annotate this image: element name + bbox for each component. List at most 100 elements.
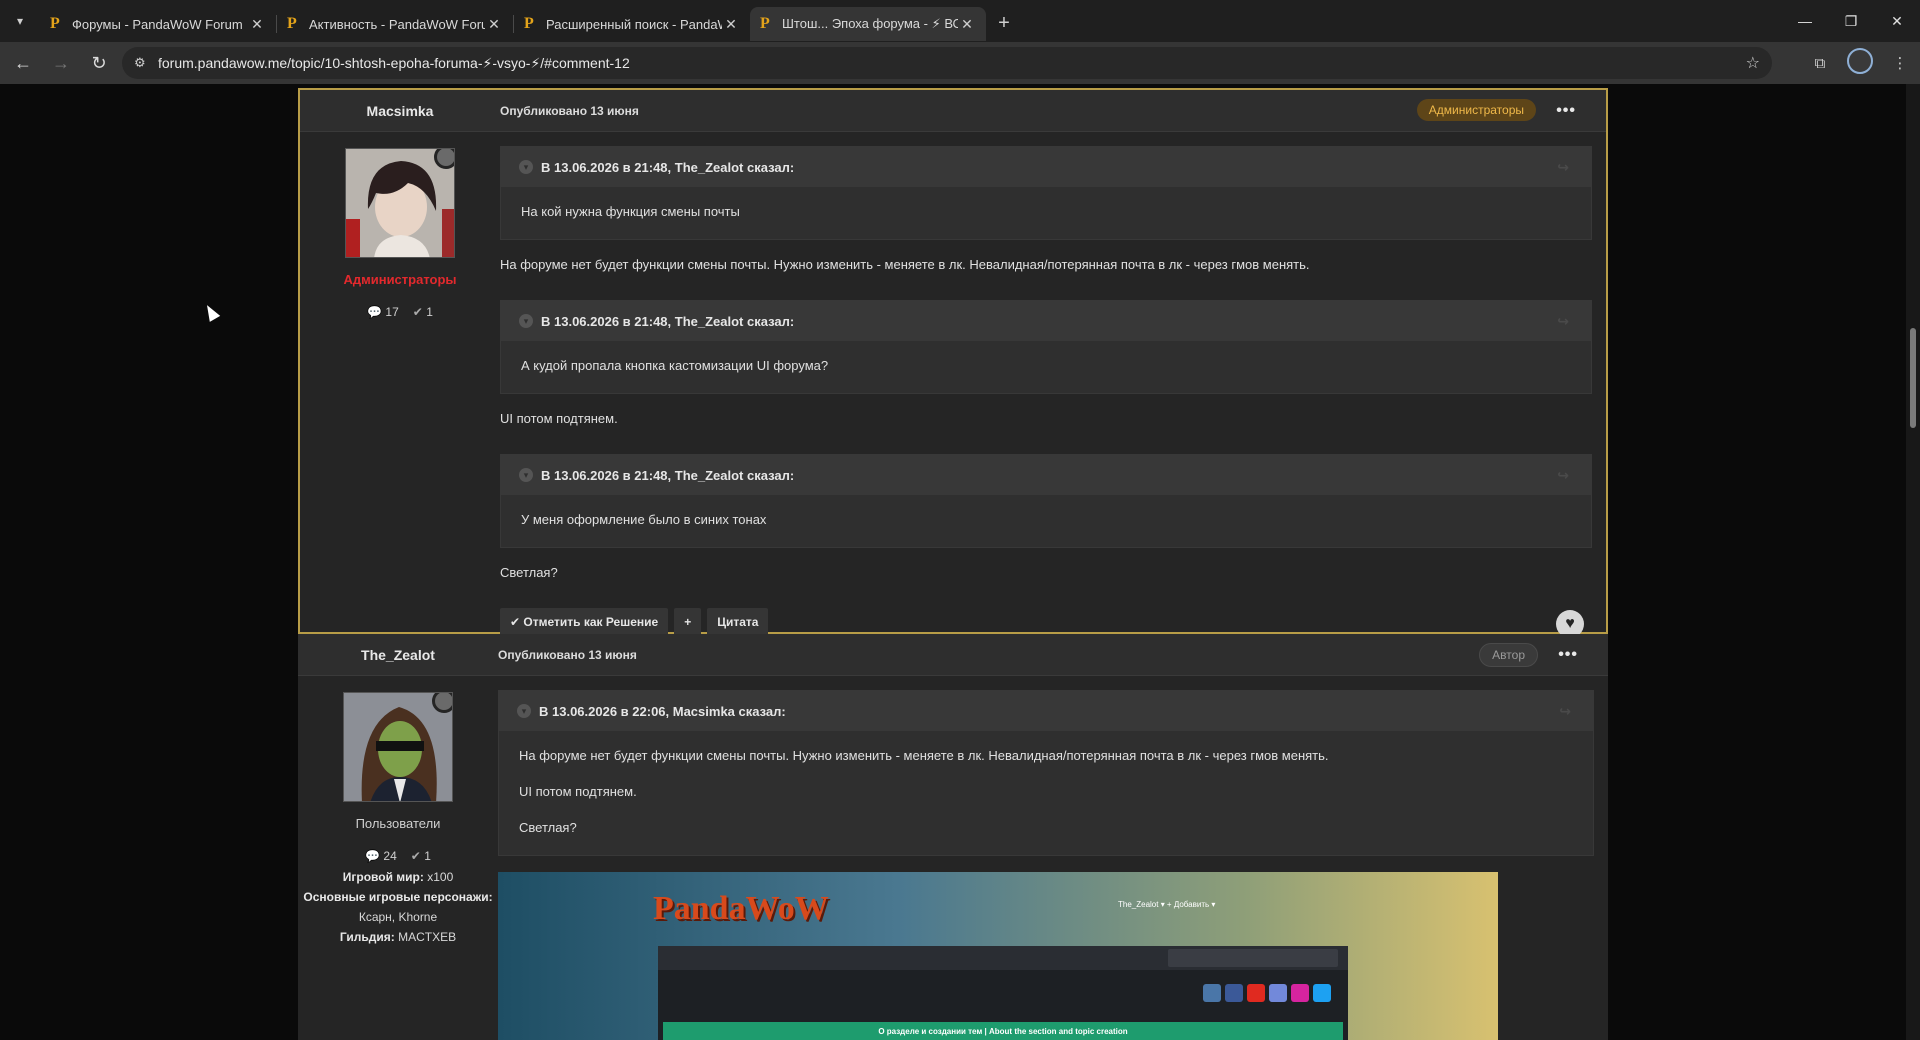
quote-header: ▾ В 13.06.2026 в 22:06, Macsimka сказал:… — [499, 691, 1593, 731]
tab-search-button[interactable]: ▾ — [0, 0, 40, 42]
forward-icon[interactable]: → — [46, 53, 76, 74]
close-window-icon[interactable]: ✕ — [1874, 0, 1920, 42]
share-icon[interactable]: ↪ — [1559, 703, 1571, 720]
solutions-count-value: 1 — [424, 849, 431, 863]
share-icon[interactable]: ↪ — [1557, 313, 1569, 330]
quote-button[interactable]: Цитата — [707, 608, 769, 636]
favicon-icon: P — [50, 15, 60, 32]
screenshot-logo: PandaWoW — [653, 890, 829, 927]
browser-tab-active[interactable]: P Штош... Эпоха форума - ⚡ ВС ✕ — [750, 7, 986, 41]
post-menu-icon[interactable]: ••• — [1556, 102, 1576, 120]
close-tab-icon[interactable]: ✕ — [485, 16, 503, 33]
post-date[interactable]: Опубликовано 13 июня — [500, 104, 639, 118]
browser-tab[interactable]: P Форумы - PandaWoW Forum ✕ — [40, 7, 276, 41]
field-label: Гильдия: — [339, 930, 395, 944]
quote-citation[interactable]: В 13.06.2026 в 21:48, The_Zealot сказал: — [541, 468, 794, 483]
restore-icon[interactable]: ❐ — [1828, 0, 1874, 42]
browser-toolbar: ← → ↻ ⚙ forum.pandawow.me/topic/10-shtos… — [0, 42, 1920, 84]
page-scrollbar[interactable] — [1906, 84, 1920, 1040]
author-panel: Пользователи 💬 24 ✔ 1 Игровой мир: x100 … — [298, 676, 498, 1040]
posts-count[interactable]: 💬 24 — [365, 849, 397, 863]
chevron-down-icon[interactable]: ▾ — [519, 314, 533, 328]
quote-citation[interactable]: В 13.06.2026 в 21:48, The_Zealot сказал: — [541, 160, 794, 175]
toolbar-right: ⧉ ⋮ — [1800, 42, 1920, 84]
extensions-icon[interactable]: ⧉ — [1800, 55, 1840, 72]
quote-header: ▾ В 13.06.2026 в 21:48, The_Zealot сказа… — [501, 147, 1591, 187]
group-badge: Администраторы — [1416, 99, 1536, 121]
forum-post: The_Zealot Опубликовано 13 июня Автор ••… — [298, 634, 1608, 1040]
mark-solution-button[interactable]: ✔ Отметить как Решение — [500, 608, 669, 636]
user-group: Пользователи — [355, 816, 441, 831]
close-tab-icon[interactable]: ✕ — [722, 16, 740, 33]
reload-icon[interactable]: ↻ — [84, 53, 114, 74]
check-circle-icon: ✔ — [410, 849, 421, 863]
quote-block: ▾ В 13.06.2026 в 21:48, The_Zealot сказа… — [500, 454, 1592, 548]
comment-icon: 💬 — [365, 849, 381, 863]
multiquote-button[interactable]: + — [674, 608, 702, 636]
attached-screenshot[interactable]: PandaWoW The_Zealot ▾ + Добавить ▾ О раз… — [498, 872, 1498, 1040]
quote-header: ▾ В 13.06.2026 в 21:48, The_Zealot сказа… — [501, 455, 1591, 495]
post-header: Macsimka Опубликовано 13 июня Администра… — [300, 90, 1606, 132]
author-name[interactable]: Macsimka — [300, 103, 500, 119]
avatar[interactable] — [343, 692, 453, 802]
posts-count[interactable]: 💬 17 — [367, 305, 399, 319]
field-value: x100 — [427, 870, 454, 884]
solutions-count-value: 1 — [426, 305, 433, 319]
chevron-down-icon[interactable]: ▾ — [519, 468, 533, 482]
chevron-down-icon[interactable]: ▾ — [519, 160, 533, 174]
posts-count-value: 24 — [383, 849, 397, 863]
back-icon[interactable]: ← — [8, 53, 38, 74]
discord-icon — [1269, 984, 1287, 1002]
favicon-icon: P — [524, 15, 534, 32]
close-tab-icon[interactable]: ✕ — [958, 16, 976, 33]
quote-block: ▾ В 13.06.2026 в 21:48, The_Zealot сказа… — [500, 300, 1592, 394]
close-tab-icon[interactable]: ✕ — [248, 16, 266, 33]
favicon-icon: P — [760, 15, 770, 32]
share-icon[interactable]: ↪ — [1557, 467, 1569, 484]
quote-text: У меня оформление было в синих тонах — [521, 512, 767, 527]
facebook-icon — [1225, 984, 1243, 1002]
new-tab-button[interactable]: + — [986, 12, 1022, 35]
quote-header: ▾ В 13.06.2026 в 21:48, The_Zealot сказа… — [501, 301, 1591, 341]
quote-text: На форуме нет будет функции смены почты.… — [519, 748, 1329, 763]
profile-avatar[interactable] — [1840, 48, 1880, 78]
youtube-icon — [1247, 984, 1265, 1002]
quote-citation[interactable]: В 13.06.2026 в 21:48, The_Zealot сказал: — [541, 314, 794, 329]
scrollbar-thumb[interactable] — [1910, 328, 1916, 428]
shield-icon — [434, 149, 454, 169]
avatar[interactable] — [345, 148, 455, 258]
quote-text: На кой нужна функция смены почты — [521, 204, 740, 219]
browser-tab[interactable]: P Расширенный поиск - PandaWoW ✕ — [514, 7, 750, 41]
url-text: forum.pandawow.me/topic/10-shtosh-epoha-… — [158, 54, 630, 71]
menu-kebab-icon[interactable]: ⋮ — [1880, 54, 1920, 72]
site-info-icon[interactable]: ⚙ — [134, 55, 158, 71]
bookmark-star-icon[interactable]: ☆ — [1746, 53, 1760, 73]
posts-count-value: 17 — [385, 305, 399, 319]
author-name[interactable]: The_Zealot — [298, 647, 498, 663]
browser-tab[interactable]: P Активность - PandaWoW Forum ✕ — [277, 7, 513, 41]
post-date[interactable]: Опубликовано 13 июня — [498, 648, 637, 662]
twitter-icon — [1313, 984, 1331, 1002]
tab-title: Активность - PandaWoW Forum — [309, 16, 485, 32]
quote-text: Светлая? — [519, 820, 577, 835]
chevron-down-icon[interactable]: ▾ — [517, 704, 531, 718]
tab-title: Расширенный поиск - PandaWoW — [546, 16, 722, 32]
user-stats: 💬 17 ✔ 1 — [367, 305, 433, 319]
quote-text: UI потом подтянем. — [519, 784, 637, 799]
forum-post: Macsimka Опубликовано 13 июня Администра… — [298, 88, 1608, 638]
browser-tabbar: ▾ P Форумы - PandaWoW Forum ✕ P Активнос… — [0, 0, 1920, 42]
address-bar[interactable]: ⚙ forum.pandawow.me/topic/10-shtosh-epoh… — [122, 47, 1772, 79]
user-rank-icon — [432, 693, 452, 713]
screenshot-search — [1168, 949, 1338, 967]
post-actions: ✔ Отметить как Решение + Цитата ♥ — [500, 608, 1592, 638]
solutions-count[interactable]: ✔ 1 — [413, 305, 433, 319]
user-group: Администраторы — [343, 272, 457, 287]
minimize-icon[interactable]: — — [1782, 0, 1828, 42]
quote-citation[interactable]: В 13.06.2026 в 22:06, Macsimka сказал: — [539, 704, 786, 719]
post-menu-icon[interactable]: ••• — [1558, 646, 1578, 664]
reply-text: Светлая? — [500, 565, 558, 580]
profile-fields: Игровой мир: x100 Основные игровые персо… — [298, 867, 498, 947]
share-icon[interactable]: ↪ — [1557, 159, 1569, 176]
solutions-count[interactable]: ✔ 1 — [411, 849, 431, 863]
author-badge: Автор — [1479, 643, 1538, 667]
